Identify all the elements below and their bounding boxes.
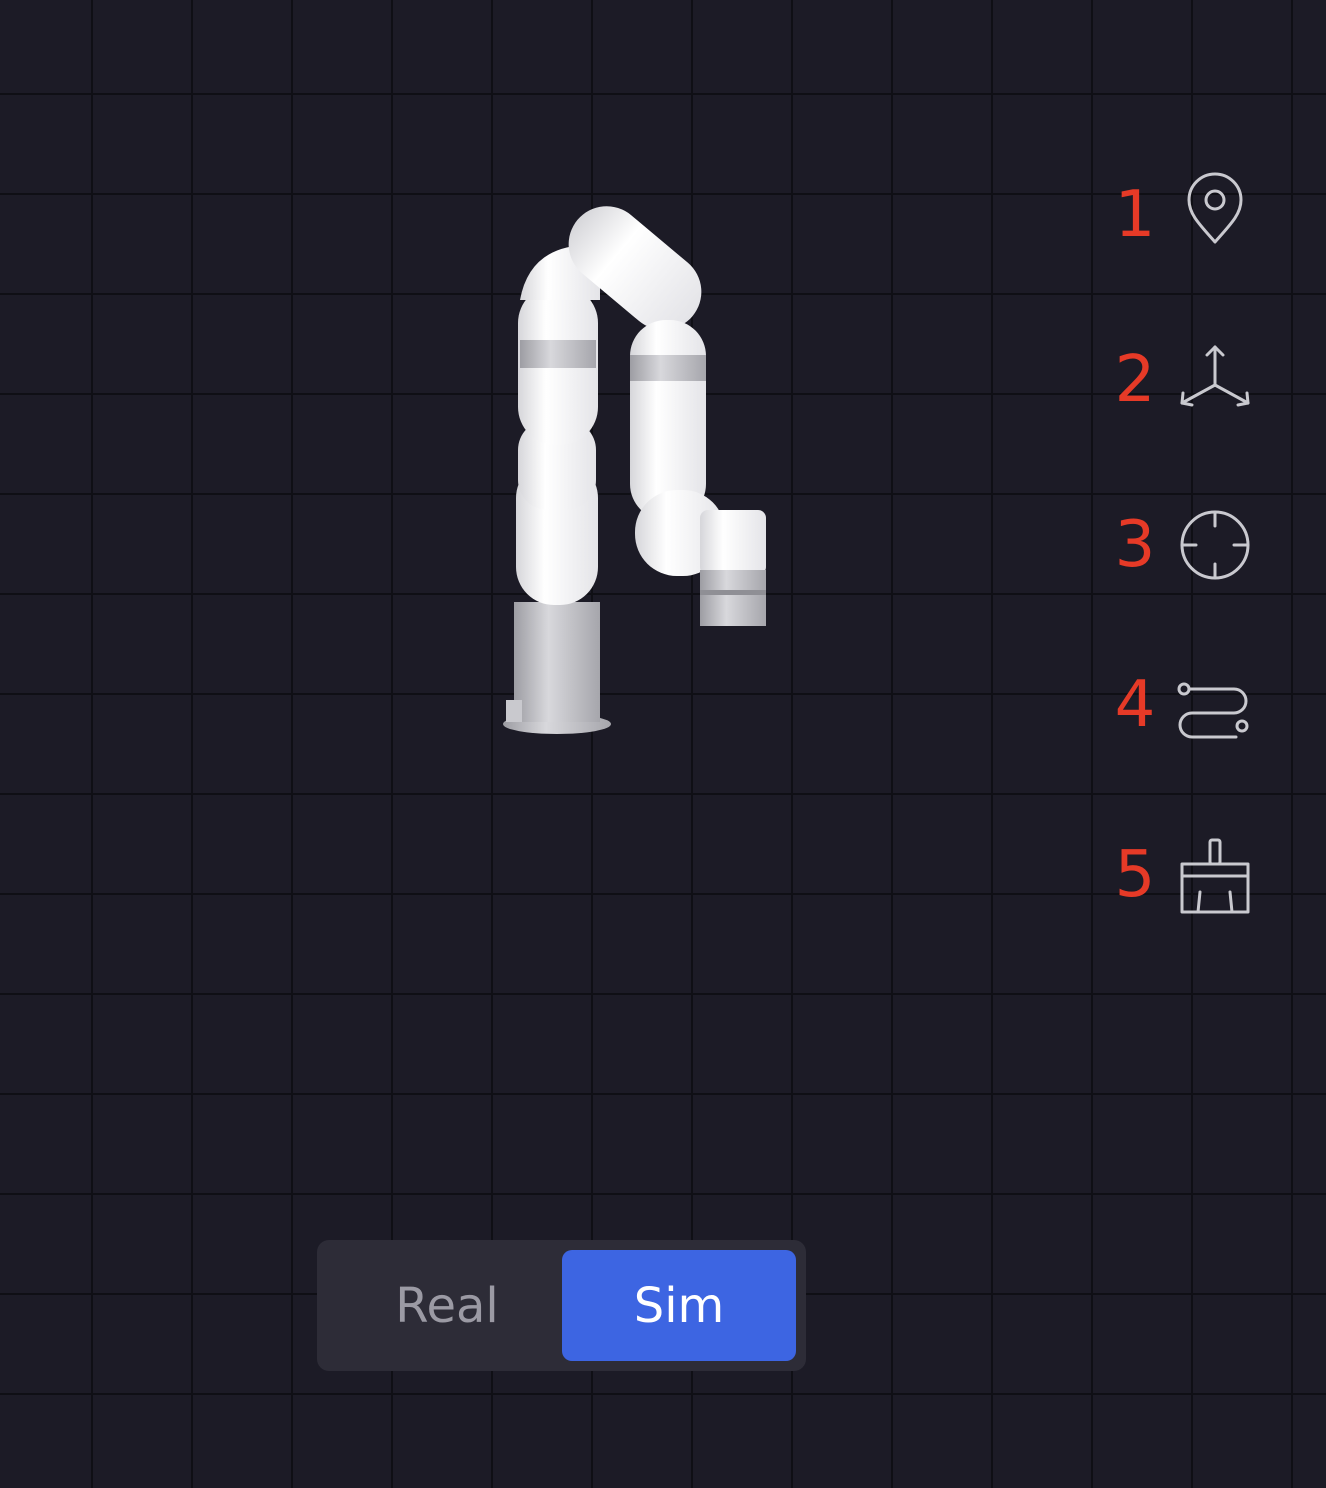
tool-number: 4 [1114,668,1156,742]
sim-mode-button[interactable]: Sim [562,1250,796,1361]
location-pin-icon[interactable] [1170,170,1260,260]
tool-number: 1 [1114,178,1156,252]
robot-arm-model[interactable] [490,190,790,750]
real-mode-button[interactable]: Real [327,1250,567,1361]
tool-path[interactable]: 4 [1100,660,1290,750]
tool-clear[interactable]: 5 [1100,830,1290,920]
axes-3d-icon[interactable] [1170,335,1260,425]
tool-number: 5 [1114,838,1156,912]
tool-number: 2 [1114,343,1156,417]
3d-viewport[interactable]: 1 2 3 4 5 Real Sim [0,0,1326,1488]
tool-crosshair[interactable]: 3 [1100,500,1290,590]
crosshair-icon[interactable] [1170,500,1260,590]
path-route-icon[interactable] [1170,660,1260,750]
tool-location[interactable]: 1 [1100,170,1290,260]
tool-axes[interactable]: 2 [1100,335,1290,425]
mode-toggle: Real Sim [317,1240,806,1371]
clear-brush-icon[interactable] [1170,830,1260,920]
tool-number: 3 [1114,508,1156,582]
